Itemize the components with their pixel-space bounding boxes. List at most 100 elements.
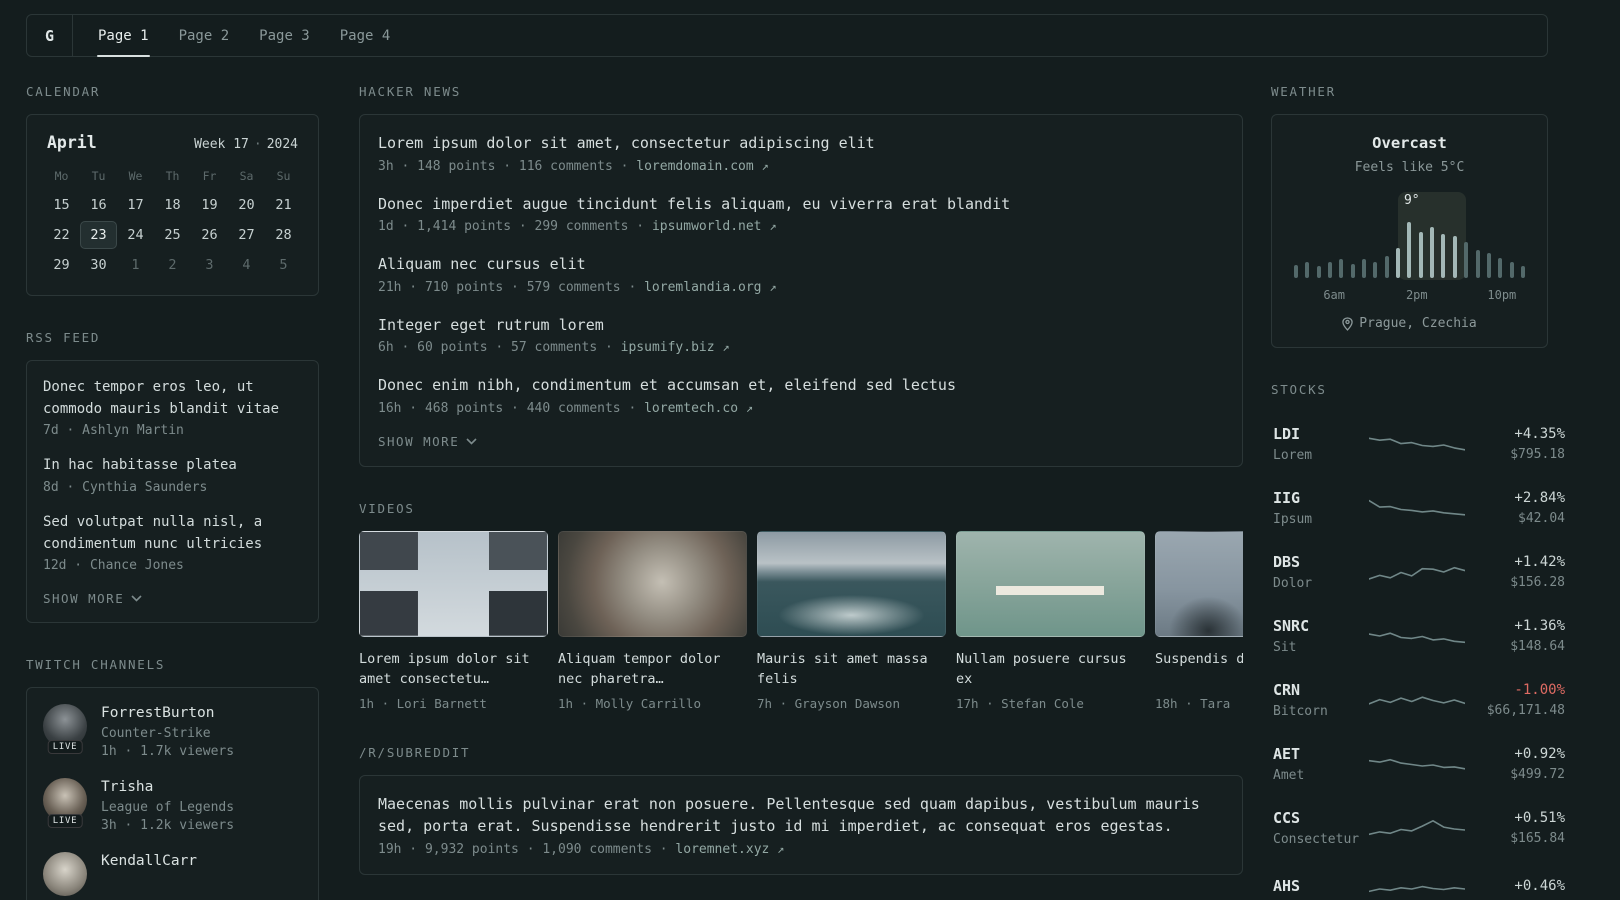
stock-row[interactable]: IIG Ipsum +2.84% $42.04 (1271, 476, 1565, 540)
video-card[interactable]: Lorem ipsum dolor sit amet consectetu… 1… (359, 530, 548, 711)
app-logo[interactable]: G (27, 15, 73, 56)
dashboard-columns: CALENDAR April Week 17 · 2024 Mo Tu We Th … (26, 84, 1620, 900)
hn-domain-link[interactable]: loremdomain.com ↗ (636, 159, 768, 174)
video-title-link[interactable]: Mauris sit amet massa felis (757, 649, 946, 691)
videos-title: VIDEOS (359, 500, 415, 516)
hn-domain-link[interactable]: ipsumworld.net ↗ (652, 219, 777, 234)
calendar-month: April (47, 133, 97, 152)
channel-game: Counter-Strike (101, 726, 211, 742)
stock-row[interactable]: AHS +0.46% (1271, 860, 1565, 900)
rss-card: Donec tempor eros leo, ut commodo mauris… (26, 360, 319, 624)
weather-peak-temp: 9° (1403, 193, 1420, 208)
video-card[interactable]: Aliquam tempor dolor nec pharetra… 1h · … (558, 530, 747, 711)
video-thumbnail[interactable] (558, 530, 747, 637)
stock-change: +0.51% (1514, 810, 1565, 826)
weather-card: Overcast Feels like 5°C 9° 6am 2pm 10pm (1271, 114, 1548, 348)
stock-symbol: IIG (1273, 489, 1301, 507)
stock-symbol: AET (1273, 745, 1301, 763)
video-thumbnail[interactable] (956, 530, 1145, 637)
stock-name: Sit (1273, 640, 1297, 655)
calendar-day: 29 (53, 257, 70, 273)
stock-name: Bitcorn (1273, 704, 1328, 719)
hn-item-link[interactable]: Donec imperdiet augue tincidunt felis al… (378, 193, 1224, 216)
stock-price: $795.18 (1510, 447, 1565, 462)
video-title-link[interactable]: Suspendis diam (1155, 649, 1243, 691)
tab-page-4[interactable]: Page 4 (325, 15, 406, 56)
subreddit-widget: /R/SUBREDDIT Maecenas mollis pulvinar er… (359, 745, 1243, 875)
tab-page-2[interactable]: Page 2 (164, 15, 245, 56)
video-card[interactable]: Mauris sit amet massa felis 7h · Grayson… (757, 530, 946, 711)
video-meta: 1h · Molly Carrillo (558, 695, 701, 711)
hn-item-link[interactable]: Lorem ipsum dolor sit amet, consectetur … (378, 132, 1224, 155)
video-card[interactable]: Nullam posuere cursus ex 17h · Stefan Co… (956, 530, 1145, 711)
rss-item-meta: 12d · Chance Jones (43, 558, 184, 574)
reddit-domain-link[interactable]: loremnet.xyz ↗ (675, 842, 784, 857)
video-meta: 7h · Grayson Dawson (757, 695, 900, 711)
tab-page-1[interactable]: Page 1 (83, 15, 164, 57)
rss-item-link[interactable]: In hac habitasse platea (43, 455, 302, 477)
stock-name: Lorem (1273, 448, 1313, 463)
hn-domain-link[interactable]: ipsumify.biz ↗ (621, 340, 730, 355)
calendar-title: CALENDAR (26, 84, 101, 99)
calendar-day-out: 4 (242, 257, 251, 273)
stock-row[interactable]: AET Amet +0.92% $499.72 (1271, 732, 1565, 796)
channel-name-link[interactable]: Trisha (101, 778, 234, 795)
calendar-day: 25 (164, 227, 181, 243)
hn-item-link[interactable]: Aliquam nec cursus elit (378, 253, 1224, 276)
video-title-link[interactable]: Nullam posuere cursus ex (956, 649, 1145, 691)
stock-row[interactable]: LDI Lorem +4.35% $795.18 (1271, 412, 1565, 476)
twitch-title: TWITCH CHANNELS (26, 657, 166, 673)
stock-row[interactable]: SNRC Sit +1.36% $148.64 (1271, 604, 1565, 668)
video-card[interactable]: Suspendis diam 18h · Tara (1155, 530, 1243, 711)
stock-symbol: DBS (1273, 553, 1301, 571)
video-thumbnail[interactable] (359, 530, 548, 637)
hn-show-more-button[interactable]: SHOW MORE (378, 434, 1224, 449)
weather-bars (1294, 220, 1525, 278)
twitch-channel-row[interactable]: LIVE ForrestBurton Counter-Strike 1h · 1… (43, 704, 302, 759)
page-tabs: Page 1 Page 2 Page 3 Page 4 (73, 15, 406, 57)
rss-show-more-button[interactable]: SHOW MORE (43, 591, 302, 606)
hn-item: Lorem ipsum dolor sit amet, consectetur … (378, 132, 1224, 174)
video-meta: 17h · Stefan Cole (956, 695, 1084, 711)
video-title-link[interactable]: Aliquam tempor dolor nec pharetra… (558, 649, 747, 691)
weather-condition: Overcast (1372, 134, 1447, 152)
twitch-channel-row[interactable]: LIVE Trisha League of Legends 3h · 1.2k … (43, 778, 302, 833)
live-badge: LIVE (47, 740, 83, 755)
rss-item-link[interactable]: Sed volutpat nulla nisl, a condimentum n… (43, 512, 302, 555)
topbar: G Page 1 Page 2 Page 3 Page 4 (26, 14, 1548, 57)
reddit-post-link[interactable]: Maecenas mollis pulvinar erat non posuer… (378, 793, 1224, 838)
weather-location: Prague, Czechia (1288, 316, 1531, 331)
hn-item: Integer eget rutrum lorem 6h · 60 points… (378, 314, 1224, 356)
hn-domain-link[interactable]: loremtech.co ↗ (644, 401, 753, 416)
rss-item: Donec tempor eros leo, ut commodo mauris… (43, 377, 302, 438)
stock-symbol: CRN (1273, 681, 1301, 699)
hn-item-meta: 16h · 468 points · 440 comments · loremt… (378, 400, 754, 416)
channel-name-link[interactable]: ForrestBurton (101, 704, 234, 721)
video-thumbnail[interactable] (1155, 530, 1243, 637)
subreddit-title: /R/SUBREDDIT (359, 744, 471, 760)
avatar: LIVE (43, 778, 87, 829)
hn-item-link[interactable]: Donec enim nibh, condimentum et accumsan… (378, 374, 1224, 397)
twitch-channel-row[interactable]: KendallCarr (43, 852, 302, 897)
stock-row[interactable]: DBS Dolor +1.42% $156.28 (1271, 540, 1565, 604)
stock-name: Dolor (1273, 576, 1313, 591)
calendar-day-selected: 23 (80, 221, 117, 249)
hn-item: Donec imperdiet augue tincidunt felis al… (378, 193, 1224, 235)
calendar-day: 15 (53, 197, 70, 213)
stock-price: $156.28 (1510, 575, 1565, 590)
tab-page-3[interactable]: Page 3 (244, 15, 325, 56)
stock-row[interactable]: CCS Consectetur +0.51% $165.84 (1271, 796, 1565, 860)
stock-change: +1.42% (1514, 554, 1565, 570)
hn-domain-link[interactable]: loremlandia.org ↗ (644, 280, 776, 295)
weather-feels-like: Feels like 5°C (1354, 160, 1465, 175)
video-thumbnail[interactable] (757, 530, 946, 637)
stock-row[interactable]: CRN Bitcorn -1.00% $66,171.48 (1271, 668, 1565, 732)
rss-item-link[interactable]: Donec tempor eros leo, ut commodo mauris… (43, 377, 302, 420)
calendar-day: 19 (201, 197, 218, 213)
channel-name-link[interactable]: KendallCarr (101, 852, 197, 869)
rss-widget: RSS FEED Donec tempor eros leo, ut commo… (26, 330, 319, 624)
calendar-day: 30 (90, 257, 107, 273)
calendar-week-year: Week 17 · 2024 (194, 137, 298, 152)
hn-item-link[interactable]: Integer eget rutrum lorem (378, 314, 1224, 337)
video-title-link[interactable]: Lorem ipsum dolor sit amet consectetu… (359, 649, 548, 691)
